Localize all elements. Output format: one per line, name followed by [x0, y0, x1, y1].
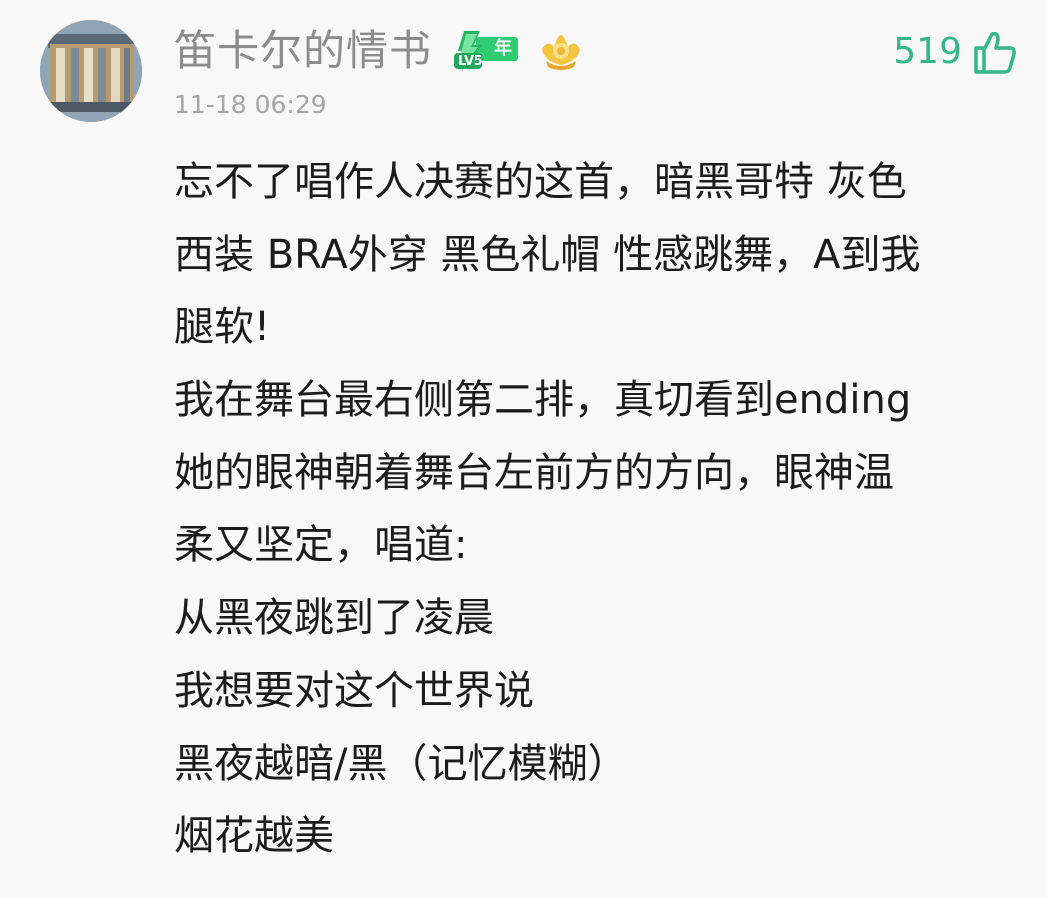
comment-item: 笛卡尔的情书 年 LV5 11-18 06:29 519 忘不了唱作人决赛的这首…	[0, 0, 1046, 898]
like-button[interactable]: 519	[893, 24, 1018, 80]
username[interactable]: 笛卡尔的情书	[174, 22, 432, 80]
comment-timestamp: 11-18 06:29	[174, 90, 327, 119]
comment-header: 笛卡尔的情书 年 LV5	[174, 22, 584, 80]
comment-body-line: 黑夜越暗/黑（记忆模糊）	[174, 740, 628, 787]
comment-body-line: 西装 BRA外穿 黑色礼帽 性感跳舞，A到我	[174, 231, 921, 278]
comment-body-line: 我想要对这个世界说	[174, 667, 534, 714]
level-badge[interactable]: 年 LV5	[450, 29, 520, 73]
badge-year-label: 年	[494, 38, 513, 59]
comment-body-line: 从黑夜跳到了凌晨	[174, 595, 494, 642]
comment-body: 忘不了唱作人决赛的这首，暗黑哥特 灰色 西装 BRA外穿 黑色礼帽 性感跳舞，A…	[174, 146, 1026, 873]
comment-body-line: 腿软!	[174, 304, 271, 351]
comment-body-line: 忘不了唱作人决赛的这首，暗黑哥特 灰色	[174, 159, 907, 205]
comment-body-line: 柔又坚定，唱道:	[174, 522, 468, 569]
comment-body-line: 她的眼神朝着舞台左前方的方向，眼神温	[174, 449, 894, 496]
gold-crown-medal-icon[interactable]	[538, 31, 584, 71]
avatar-image	[40, 20, 142, 122]
comment-body-line: 烟花越美	[174, 813, 334, 860]
comment-body-line: 我在舞台最右侧第二排，真切看到ending	[174, 377, 912, 424]
badge-level-label: LV5	[458, 54, 483, 69]
thumbs-up-icon	[970, 28, 1018, 76]
like-count: 519	[893, 31, 962, 72]
avatar[interactable]	[40, 20, 142, 122]
